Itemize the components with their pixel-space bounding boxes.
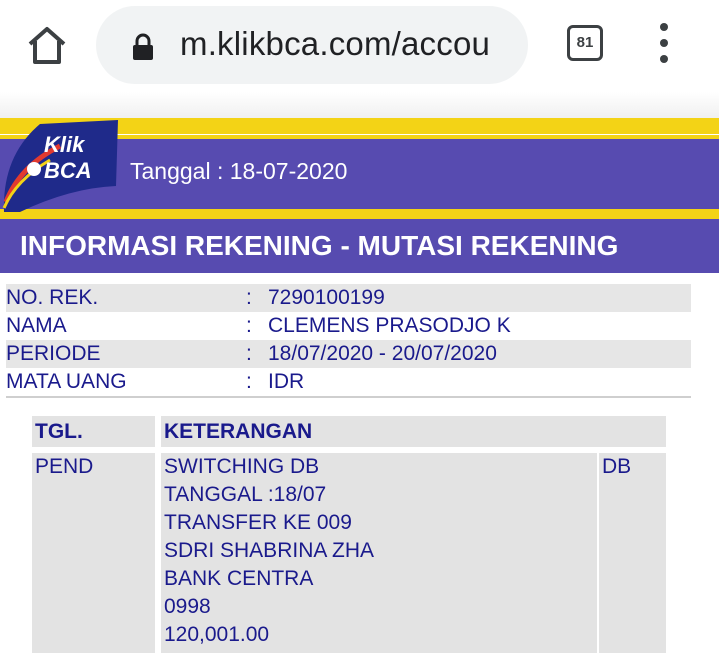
currency-row: MATA UANG : IDR: [6, 368, 691, 396]
svg-text:BCA: BCA: [44, 158, 92, 183]
transaction-amount: 120,001.00: [164, 623, 270, 646]
address-bar[interactable]: m.klikbca.com/accou: [96, 6, 528, 84]
tab-switcher-button[interactable]: 81: [567, 25, 603, 61]
info-value: 7290100199: [268, 286, 385, 309]
description-line: BANK CENTRA: [164, 567, 314, 590]
description-line: TRANSFER KE 009: [164, 511, 352, 534]
home-icon[interactable]: [22, 22, 72, 68]
transaction-type: DB: [599, 453, 666, 653]
account-info-table: NO. REK. : 7290100199 NAMA : CLEMENS PRA…: [6, 284, 691, 398]
info-label: MATA UANG: [6, 370, 127, 393]
transaction-table: TGL. KETERANGAN PEND SWITCHING DB TANGGA…: [32, 416, 666, 653]
account-number-row: NO. REK. : 7290100199: [6, 284, 691, 312]
svg-text:Klik: Klik: [44, 132, 86, 157]
klikbca-logo: Klik BCA: [0, 116, 122, 214]
period-row: PERIODE : 18/07/2020 - 20/07/2020: [6, 340, 691, 368]
account-name-row: NAMA : CLEMENS PRASODJO K: [6, 312, 691, 340]
column-header-tgl: TGL.: [32, 416, 155, 447]
transaction-date: PEND: [32, 453, 155, 653]
description-line: 0998: [164, 595, 211, 618]
page-title: INFORMASI REKENING - MUTASI REKENING: [0, 219, 719, 273]
info-value: IDR: [268, 370, 305, 393]
info-value: CLEMENS PRASODJO K: [268, 314, 511, 337]
info-label: PERIODE: [6, 342, 101, 365]
description-line: SDRI SHABRINA ZHA: [164, 539, 375, 562]
lock-icon: [130, 32, 156, 62]
table-header: TGL. KETERANGAN: [32, 416, 666, 447]
description-line: TANGGAL :18/07: [164, 483, 327, 506]
page-top-divider: [0, 92, 719, 118]
date-value: 18-07-2020: [229, 158, 348, 184]
info-label: NAMA: [6, 314, 67, 337]
transaction-description: SWITCHING DB TANGGAL :18/07 TRANSFER KE …: [161, 453, 597, 653]
browser-toolbar: m.klikbca.com/accou 81: [0, 0, 719, 92]
date-label: Tanggal :: [130, 158, 230, 184]
info-label: NO. REK.: [6, 286, 99, 309]
date-display: Tanggal : 18-07-2020: [130, 158, 347, 185]
description-line: SWITCHING DB: [164, 455, 320, 478]
column-header-keterangan: KETERANGAN: [161, 416, 666, 447]
more-menu-icon[interactable]: [654, 23, 674, 69]
table-row: PEND SWITCHING DB TANGGAL :18/07 TRANSFE…: [32, 453, 666, 653]
url-text: m.klikbca.com/accou: [180, 25, 491, 62]
info-value: 18/07/2020 - 20/07/2020: [268, 342, 497, 365]
